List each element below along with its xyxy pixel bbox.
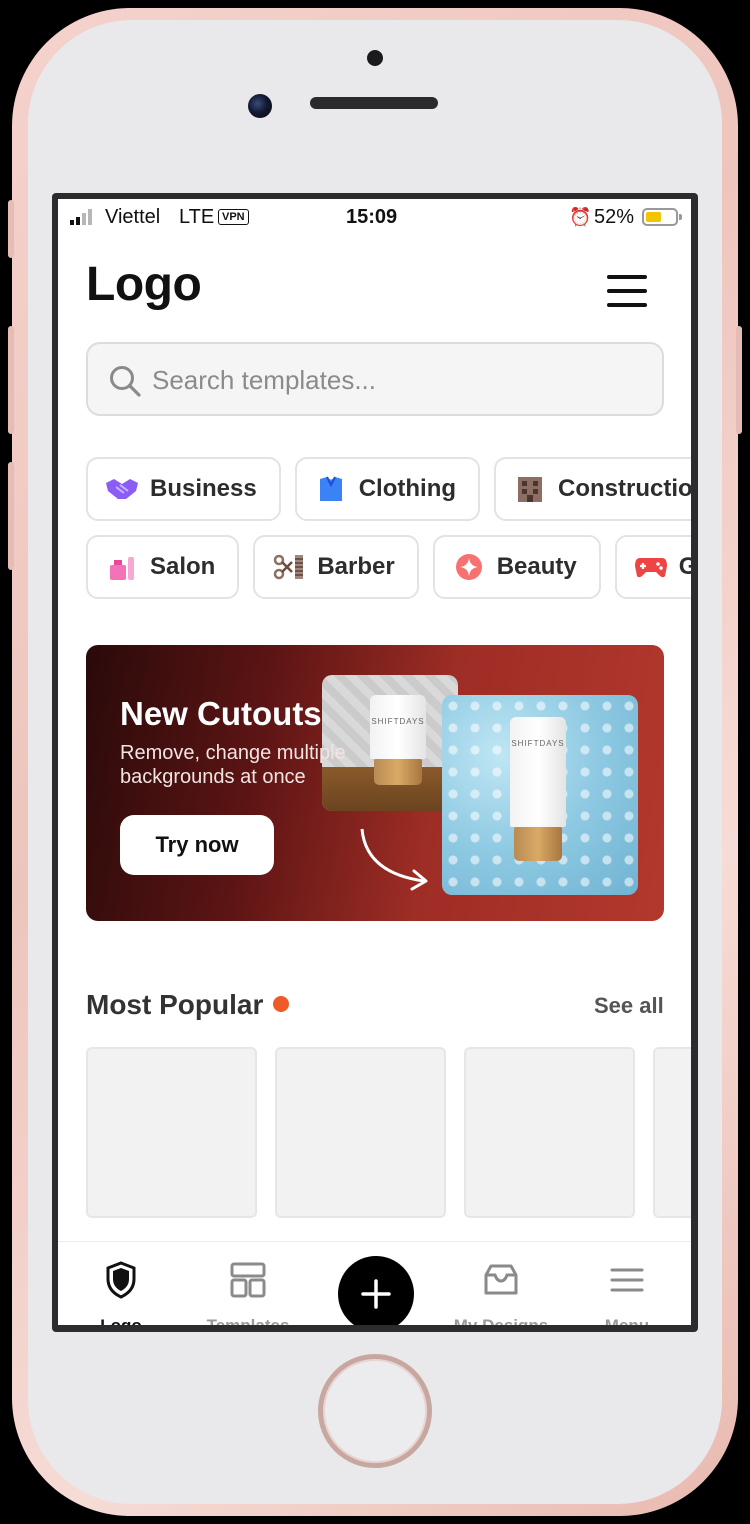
folder-icon — [446, 1260, 556, 1300]
front-camera — [248, 94, 272, 118]
category-chip-gaming[interactable]: Gaming — [614, 535, 691, 599]
sparkle-icon — [451, 551, 487, 583]
battery-icon — [642, 208, 682, 226]
home-button[interactable] — [318, 1354, 432, 1468]
curved-arrow-icon — [360, 828, 428, 891]
volume-down-button — [8, 462, 14, 570]
carrier-name: Viettel — [105, 206, 161, 228]
volume-up-button — [8, 326, 14, 434]
gamepad-icon — [633, 551, 669, 583]
nav-label: Templates — [193, 1316, 303, 1325]
plus-icon — [361, 1279, 391, 1309]
banner-title: New Cutouts — [120, 695, 322, 732]
template-card-placeholder[interactable] — [464, 1047, 635, 1218]
handshake-icon — [104, 473, 140, 505]
category-label: Salon — [150, 553, 216, 580]
create-design-button[interactable] — [338, 1256, 414, 1325]
see-all-link[interactable]: See all — [594, 993, 664, 1019]
template-card-placeholder[interactable] — [86, 1047, 257, 1218]
battery-percent: 52% — [594, 206, 635, 228]
status-bar: Viettel LTE VPN 15:09 ⏰ 52% — [58, 199, 691, 237]
proximity-sensor — [367, 50, 383, 66]
nav-label: Menu — [572, 1316, 682, 1325]
shirt-icon — [313, 473, 349, 505]
nav-label: Logo — [66, 1316, 176, 1325]
category-row-2: Salon Barber Beauty G — [86, 535, 691, 599]
template-card-placeholder[interactable] — [653, 1047, 691, 1218]
status-time: 15:09 — [346, 206, 398, 228]
vpn-badge: VPN — [218, 209, 249, 225]
category-chip-business[interactable]: Business — [86, 457, 281, 521]
app-logo[interactable]: Logo — [86, 257, 202, 312]
category-label: Clothing — [358, 475, 457, 502]
nav-item-my-designs[interactable]: My Designs — [446, 1260, 556, 1325]
templates-icon — [193, 1260, 303, 1300]
earpiece-speaker — [310, 97, 438, 109]
category-chip-beauty[interactable]: Beauty — [432, 535, 601, 599]
promo-banner[interactable]: New Cutouts Remove, change multiple back… — [86, 645, 664, 921]
signal-icon — [70, 209, 92, 225]
scissors-icon — [271, 551, 307, 583]
try-now-button[interactable]: Try now — [120, 815, 274, 875]
category-label: Gaming — [678, 553, 691, 580]
category-chip-barber[interactable]: Barber — [253, 535, 419, 599]
nav-item-logo[interactable]: Logo — [66, 1260, 176, 1325]
shield-icon — [66, 1260, 176, 1300]
search-input[interactable] — [152, 358, 642, 402]
template-card-placeholder[interactable] — [275, 1047, 446, 1218]
search-icon — [110, 366, 141, 397]
network-type: LTE — [179, 206, 215, 228]
new-indicator-dot — [273, 995, 290, 1012]
category-label: Construction — [558, 475, 691, 502]
power-button — [736, 326, 742, 434]
nav-item-templates[interactable]: Templates — [193, 1260, 303, 1325]
most-popular-title: Most Popular — [86, 989, 290, 1021]
category-row-1: Business Clothing Construction — [86, 457, 691, 521]
bottom-navigation: Logo Templates M — [58, 1241, 691, 1325]
menu-icon — [572, 1260, 682, 1300]
app-screen: Viettel LTE VPN 15:09 ⏰ 52% Logo Search … — [58, 199, 691, 1325]
product-brand-label: SHIFTDAYS — [511, 739, 565, 748]
alarm-icon: ⏰ — [569, 207, 592, 227]
nav-label: My Designs — [446, 1316, 556, 1325]
category-label: Business — [150, 475, 257, 502]
popular-templates-list — [86, 1047, 691, 1218]
product-brand-label: SHIFTDAYS — [371, 717, 425, 726]
category-chip-construction[interactable]: Construction — [494, 457, 691, 521]
hamburger-menu-icon[interactable] — [607, 275, 647, 307]
banner-subtitle: Remove, change multiple backgrounds at o… — [120, 742, 346, 788]
lipstick-icon — [104, 551, 140, 583]
building-icon — [512, 473, 548, 505]
nav-item-menu[interactable]: Menu — [572, 1260, 682, 1325]
section-title-text: Most Popular — [86, 989, 264, 1020]
category-chip-clothing[interactable]: Clothing — [294, 457, 481, 521]
category-label: Barber — [317, 553, 395, 580]
category-label: Beauty — [496, 553, 577, 580]
category-chip-salon[interactable]: Salon — [86, 535, 240, 599]
product-photo-after: SHIFTDAYS — [442, 695, 638, 895]
search-bar[interactable] — [86, 342, 664, 416]
mute-switch — [8, 200, 14, 258]
